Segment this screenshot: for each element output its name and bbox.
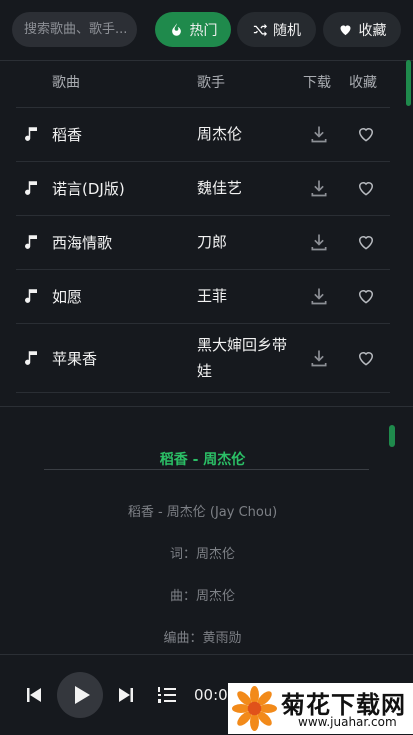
song-title[interactable]: 稻香 bbox=[52, 124, 82, 145]
download-icon[interactable] bbox=[309, 286, 329, 306]
shuffle-icon bbox=[253, 23, 267, 37]
download-icon[interactable] bbox=[309, 178, 329, 198]
tab-favorites[interactable]: 收藏 bbox=[323, 12, 401, 47]
favorite-heart-icon[interactable] bbox=[356, 178, 376, 198]
song-title[interactable]: 西海情歌 bbox=[52, 232, 112, 253]
next-track-icon[interactable] bbox=[118, 686, 134, 708]
song-row[interactable]: 苹果香 黑大婶回乡带娃 bbox=[16, 324, 390, 393]
header-song: 歌曲 bbox=[52, 75, 80, 91]
song-artist: 刀郎 bbox=[197, 233, 228, 251]
music-note-icon bbox=[22, 349, 40, 367]
music-note-icon bbox=[22, 233, 40, 251]
download-icon[interactable] bbox=[309, 232, 329, 252]
header-download: 下载 bbox=[303, 75, 331, 91]
lyrics-panel: 稻香 - 周杰伦 稻香 - 周杰伦 (Jay Chou) 词：周杰伦 曲：周杰伦… bbox=[0, 407, 413, 654]
lyric-line: 编曲：黄雨勋 bbox=[163, 631, 242, 646]
previous-track-icon[interactable] bbox=[26, 686, 42, 708]
tab-favorites-label: 收藏 bbox=[358, 22, 387, 39]
song-list: 歌曲 歌手 下载 收藏 稻香 周杰伦 诺言(DJ版) 魏佳艺 西海情歌 刀郎 如… bbox=[0, 60, 413, 406]
header-favorite: 收藏 bbox=[349, 75, 377, 91]
music-note-icon bbox=[22, 179, 40, 197]
lyric-line: 词：周杰伦 bbox=[169, 547, 235, 562]
lyrics-divider bbox=[44, 469, 369, 470]
favorite-heart-icon[interactable] bbox=[356, 286, 376, 306]
tab-random-label: 随机 bbox=[273, 22, 301, 39]
song-row[interactable]: 如愿 王菲 bbox=[16, 270, 390, 324]
tab-hot-label: 热门 bbox=[189, 22, 218, 39]
favorite-heart-icon[interactable] bbox=[356, 124, 376, 144]
lyric-line: 稻香 - 周杰伦 (Jay Chou) bbox=[127, 505, 278, 520]
song-artist: 周杰伦 bbox=[197, 125, 243, 143]
favorite-heart-icon[interactable] bbox=[356, 232, 376, 252]
song-row[interactable]: 西海情歌 刀郎 bbox=[16, 216, 390, 270]
song-artist: 黑大婶回乡带娃 bbox=[197, 336, 288, 380]
music-note-icon bbox=[22, 287, 40, 305]
heart-icon bbox=[340, 25, 350, 36]
song-title[interactable]: 苹果香 bbox=[52, 348, 97, 369]
flame-icon bbox=[171, 23, 181, 36]
list-scrollbar[interactable] bbox=[406, 60, 411, 106]
now-playing-title: 稻香 - 周杰伦 bbox=[159, 452, 246, 468]
tab-random[interactable]: 随机 bbox=[237, 12, 316, 47]
song-title[interactable]: 如愿 bbox=[52, 286, 82, 307]
tab-hot[interactable]: 热门 bbox=[155, 12, 231, 47]
song-row[interactable]: 诺言(DJ版) 魏佳艺 bbox=[16, 162, 390, 216]
playback-time: 00:0 bbox=[194, 686, 228, 704]
watermark-url: www.juahar.com bbox=[298, 715, 397, 729]
search-input[interactable]: 搜索歌曲、歌手... bbox=[12, 12, 137, 47]
song-artist: 魏佳艺 bbox=[197, 179, 243, 197]
top-bar: 搜索歌曲、歌手... 热门 随机 收藏 bbox=[0, 0, 413, 60]
music-note-icon bbox=[22, 125, 40, 143]
song-row[interactable]: 稻香 周杰伦 bbox=[16, 108, 390, 162]
play-button[interactable] bbox=[57, 672, 103, 718]
lyrics-scrollbar[interactable] bbox=[389, 425, 395, 447]
playlist-icon[interactable] bbox=[157, 685, 177, 709]
song-artist: 王菲 bbox=[197, 287, 228, 305]
lyric-line: 曲：周杰伦 bbox=[169, 589, 235, 604]
header-artist: 歌手 bbox=[197, 75, 225, 91]
watermark: 菊花下载网 www.juahar.com bbox=[228, 683, 413, 734]
song-title[interactable]: 诺言(DJ版) bbox=[52, 178, 125, 199]
download-icon[interactable] bbox=[309, 124, 329, 144]
play-icon bbox=[74, 686, 90, 704]
download-icon[interactable] bbox=[309, 348, 329, 368]
favorite-heart-icon[interactable] bbox=[356, 348, 376, 368]
flower-logo-icon bbox=[232, 686, 277, 731]
